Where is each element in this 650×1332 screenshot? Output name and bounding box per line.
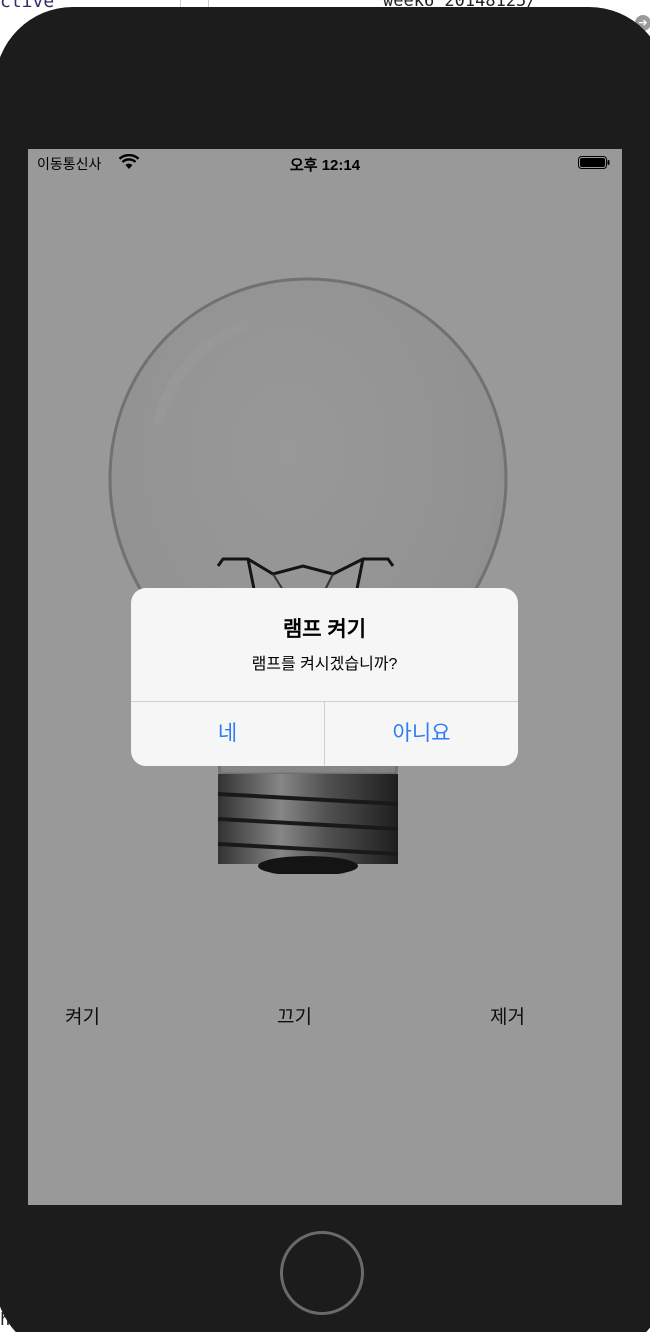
- alert-message: 램프를 켜시겠습니까?: [251, 656, 398, 673]
- app-screen: 이동통신사 오후 12:14 켜기 끄기 제거 램프 켜기 램프를 켜시겠습니까…: [28, 149, 622, 1205]
- alert-dialog: 램프 켜기 램프를 켜시겠습니까? 네 아니요: [131, 588, 518, 766]
- desktop-backdrop: ctive week6_20148125/ ➔ hc 이동통신사 오후 12:1…: [0, 0, 650, 1332]
- alert-confirm-button[interactable]: 네: [131, 702, 324, 766]
- editor-text-fragment: ctive: [0, 0, 55, 12]
- alert-cancel-button[interactable]: 아니요: [325, 702, 518, 766]
- home-button[interactable]: [280, 1231, 364, 1315]
- alert-title: 램프 켜기: [282, 618, 367, 641]
